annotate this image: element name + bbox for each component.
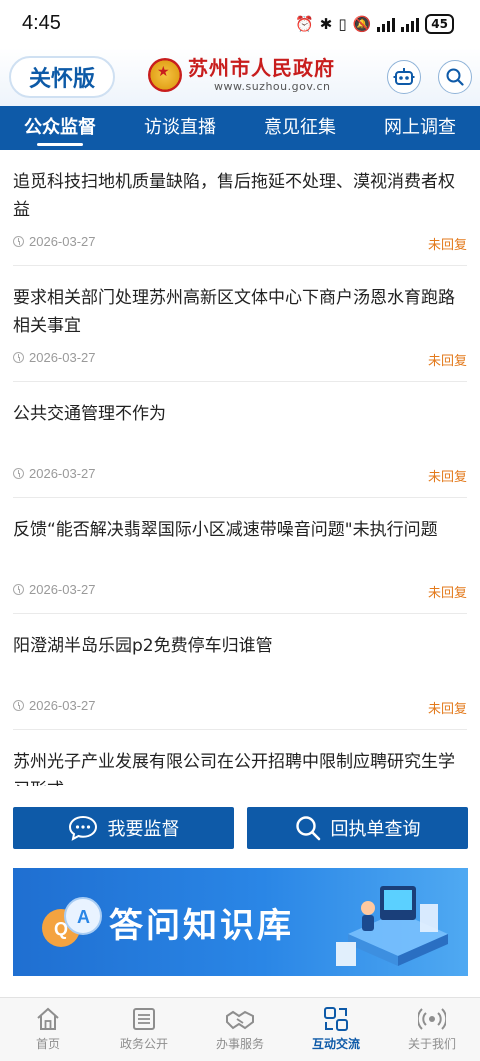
nav-home[interactable]: 首页 xyxy=(0,998,96,1061)
bottom-nav: 首页 政务公开 办事服务 互动交流 关于我们 xyxy=(0,997,480,1061)
nav-interaction[interactable]: 互动交流 xyxy=(288,998,384,1061)
document-icon xyxy=(133,1008,155,1030)
tab-interview-live[interactable]: 访谈直播 xyxy=(120,106,240,150)
list-item[interactable]: 阳澄湖半岛乐园p2免费停车归谁管 2026-03-27 未回复 xyxy=(13,614,467,730)
receipt-query-label: 回执单查询 xyxy=(330,819,421,840)
item-date: 2026-03-27 xyxy=(13,698,96,713)
signal-icon-2 xyxy=(401,16,420,32)
bubble-a: A xyxy=(77,907,90,927)
home-icon xyxy=(37,1007,59,1030)
item-title: 公共交通管理不作为 xyxy=(13,404,166,424)
supervise-label: 我要监督 xyxy=(107,819,180,840)
mute-icon: 🔕 xyxy=(352,15,372,33)
list-item[interactable]: 公共交通管理不作为 2026-03-27 未回复 xyxy=(13,382,467,498)
vibrate-icon: ▯ xyxy=(338,15,347,33)
app-header: 关怀版 苏州市人民政府 www.suzhou.gov.cn xyxy=(0,48,480,106)
item-date-text: 2026-03-27 xyxy=(29,698,96,713)
receipt-query-button[interactable]: 回执单查询 xyxy=(247,807,468,849)
handshake-icon xyxy=(226,1010,254,1030)
status-time: 4:45 xyxy=(22,12,61,34)
search-icon xyxy=(295,816,320,841)
interaction-icon xyxy=(324,1007,348,1031)
list-item[interactable]: 苏州光子产业发展有限公司在公开招聘中限制应聘研究生学习形式 xyxy=(13,730,467,786)
logo-title: 苏州市人民政府 xyxy=(188,56,335,80)
clock-icon xyxy=(13,700,24,711)
list-item[interactable]: 要求相关部门处理苏州高新区文体中心下商户汤恩水育跑路相关事宜 2026-03-2… xyxy=(13,266,467,382)
clock-icon xyxy=(13,236,24,247)
site-logo: 苏州市人民政府 www.suzhou.gov.cn xyxy=(148,56,335,93)
list-item[interactable]: 反馈“能否解决翡翠国际小区减速带噪音问题"未执行问题 2026-03-27 未回… xyxy=(13,498,467,614)
nav-interaction-label: 互动交流 xyxy=(311,1037,360,1051)
item-date-text: 2026-03-27 xyxy=(29,350,96,365)
robot-icon xyxy=(393,68,415,85)
item-date: 2026-03-27 xyxy=(13,466,96,481)
item-title: 追觅科技扫地机质量缺陷，售后拖延不处理、漠视消费者权益 xyxy=(13,172,455,220)
item-date: 2026-03-27 xyxy=(13,234,96,249)
item-status: 未回复 xyxy=(427,354,467,369)
nav-gov-affairs[interactable]: 政务公开 xyxy=(96,998,192,1061)
supervision-list: 追觅科技扫地机质量缺陷，售后拖延不处理、漠视消费者权益 2026-03-27 未… xyxy=(0,150,480,786)
search-icon xyxy=(446,68,464,86)
nav-home-label: 首页 xyxy=(35,1037,60,1051)
assistant-button[interactable] xyxy=(387,60,421,94)
tab-opinion-collection[interactable]: 意见征集 xyxy=(240,106,360,150)
item-title: 苏州光子产业发展有限公司在公开招聘中限制应聘研究生学习形式 xyxy=(13,752,455,786)
qa-bubbles-icon: Q A xyxy=(42,897,102,947)
tab-online-survey[interactable]: 网上调查 xyxy=(360,106,480,150)
item-status: 未回复 xyxy=(427,586,467,601)
national-emblem-icon xyxy=(148,57,182,92)
item-title: 要求相关部门处理苏州高新区文体中心下商户汤恩水育跑路相关事宜 xyxy=(13,288,455,336)
nav-gov-affairs-label: 政务公开 xyxy=(119,1037,168,1051)
nav-services[interactable]: 办事服务 xyxy=(192,998,288,1061)
banner-title: 答问知识库 xyxy=(109,906,294,946)
item-date-text: 2026-03-27 xyxy=(29,582,96,597)
nav-about[interactable]: 关于我们 xyxy=(384,998,480,1061)
knowledge-base-banner[interactable]: Q A 答问知识库 xyxy=(13,868,468,976)
item-date-text: 2026-03-27 xyxy=(29,466,96,481)
search-button[interactable] xyxy=(438,60,472,94)
tab-public-supervision[interactable]: 公众监督 xyxy=(0,106,120,150)
nav-about-label: 关于我们 xyxy=(407,1037,456,1051)
logo-url: www.suzhou.gov.cn xyxy=(214,80,331,93)
clock-icon xyxy=(13,584,24,595)
supervise-button[interactable]: 我要监督 xyxy=(13,807,234,849)
chat-bubble-icon xyxy=(68,815,97,841)
broadcast-icon xyxy=(418,1008,446,1030)
server-illustration-icon xyxy=(336,886,448,966)
nav-services-label: 办事服务 xyxy=(215,1037,264,1051)
clock-icon xyxy=(13,468,24,479)
signal-icon xyxy=(377,16,396,32)
item-title: 阳澄湖半岛乐园p2免费停车归谁管 xyxy=(13,636,273,656)
item-date: 2026-03-27 xyxy=(13,350,96,365)
item-title: 反馈“能否解决翡翠国际小区减速带噪音问题"未执行问题 xyxy=(13,520,438,540)
bluetooth-icon: ✱ xyxy=(319,15,333,33)
item-date: 2026-03-27 xyxy=(13,582,96,597)
item-date-text: 2026-03-27 xyxy=(29,234,96,249)
tab-bar: 公众监督 访谈直播 意见征集 网上调查 xyxy=(0,106,480,150)
status-bar: 4:45 ⏰ ✱ ▯ 🔕 45 xyxy=(0,0,480,48)
list-item[interactable]: 追觅科技扫地机质量缺陷，售后拖延不处理、漠视消费者权益 2026-03-27 未… xyxy=(13,150,467,266)
bubble-q: Q xyxy=(54,919,68,939)
status-icons: ⏰ ✱ ▯ 🔕 45 xyxy=(295,14,454,34)
action-row: 我要监督 回执单查询 xyxy=(13,807,468,849)
item-status: 未回复 xyxy=(427,470,467,485)
item-status: 未回复 xyxy=(427,238,467,253)
alarm-icon: ⏰ xyxy=(295,15,314,33)
clock-icon xyxy=(13,352,24,363)
care-mode-button[interactable]: 关怀版 xyxy=(9,56,115,98)
battery-icon: 45 xyxy=(425,14,454,34)
item-status: 未回复 xyxy=(427,702,467,717)
